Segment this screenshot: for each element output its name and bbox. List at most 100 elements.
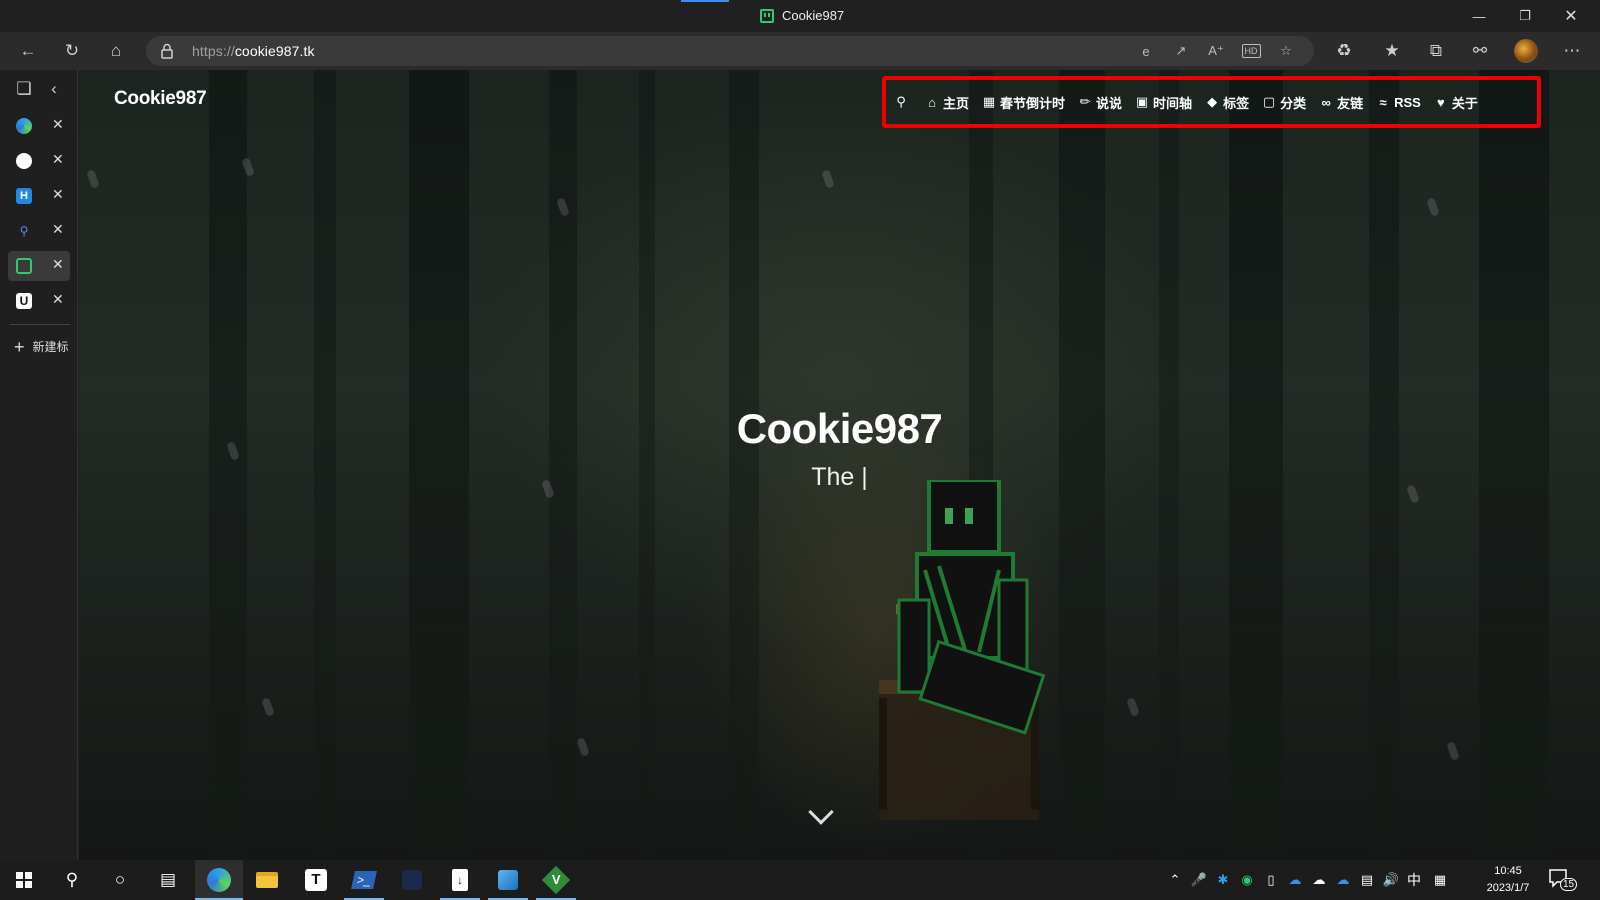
add-favorite-icon[interactable]: ☆ [1271, 36, 1301, 66]
wechat-icon[interactable]: ◉ [1236, 860, 1258, 900]
nav-item-about[interactable]: ♥ 关于 [1434, 93, 1478, 112]
nav-item-timeline[interactable]: ▣ 时间轴 [1135, 93, 1192, 112]
address-bar[interactable]: https://cookie987.tk e ↗ A⁺ HD ☆ [146, 36, 1314, 66]
cloud-icon[interactable]: ☁ [1308, 860, 1330, 900]
clock-time: 10:45 [1494, 865, 1522, 877]
taskbar-file-explorer[interactable] [243, 860, 291, 900]
more-menu-icon[interactable]: ⋯ [1556, 32, 1588, 70]
close-tab-icon[interactable]: ✕ [52, 116, 64, 133]
heart-icon: ♥ [1436, 94, 1445, 110]
cortana-button[interactable]: ○ [96, 860, 144, 900]
edge-dev-icon [207, 868, 231, 892]
volume-icon[interactable]: 🔊 [1380, 860, 1402, 900]
tab-edge[interactable]: ✕ [8, 111, 70, 141]
ime-language-indicator[interactable]: 中 [1402, 860, 1426, 900]
chevron-up-icon: ⌃ [1169, 872, 1181, 887]
chevron-down-icon[interactable] [808, 799, 834, 825]
taskbar-paint[interactable] [484, 860, 532, 900]
nav-item-categories[interactable]: ▢ 分类 [1262, 93, 1306, 112]
refresh-button[interactable]: ↻ [56, 32, 88, 70]
url-text: https://cookie987.tk [192, 43, 315, 59]
search-icon: ⚲ [65, 870, 79, 889]
minimize-button[interactable]: — [1456, 0, 1502, 32]
profile-sync-icon[interactable]: ⚯ [1464, 32, 1496, 70]
lock-icon [161, 43, 173, 59]
home-button[interactable]: ⌂ [100, 32, 132, 70]
cookie987-favicon-icon [760, 9, 774, 23]
extensions-icon[interactable]: ♻ [1328, 32, 1360, 70]
nav-search-button[interactable]: ⚲ [894, 94, 912, 110]
taskbar-edge-dev[interactable] [195, 860, 243, 900]
new-tab-button[interactable]: + 新建标 [14, 337, 69, 358]
tab-search[interactable]: ⚲ ✕ [8, 216, 70, 246]
task-view-button[interactable]: ▤ [144, 860, 192, 900]
back-button[interactable]: ← [12, 32, 44, 70]
nav-item-home[interactable]: ⌂ 主页 [925, 93, 969, 112]
favorites-icon[interactable]: ★ [1376, 32, 1408, 70]
search-icon: ⚲ [896, 94, 906, 109]
taskbar-powershell[interactable]: >_ [340, 860, 388, 900]
folder-icon [256, 872, 278, 888]
rain-drop [86, 169, 100, 189]
nav-item-countdown[interactable]: ▦ 春节倒计时 [982, 93, 1065, 112]
ie-mode-icon[interactable]: e [1131, 36, 1161, 66]
rain-drop [821, 169, 835, 189]
read-aloud-icon[interactable]: A⁺ [1201, 36, 1231, 66]
tab-u-site[interactable]: U ✕ [8, 286, 70, 316]
ime-mode-icon[interactable]: ▦ [1428, 860, 1452, 900]
profile-avatar[interactable] [1514, 39, 1538, 63]
web-page: Cookie987 ⚲ ⌂ 主页 ▦ 春节倒计时 ✏ 说说 ▣ 时间轴 ◆ 标签 ▢ 分类 … [79, 70, 1600, 860]
start-button[interactable] [0, 860, 48, 900]
rss-icon: ≈ [1379, 94, 1387, 110]
site-nav-highlighted: ⚲ ⌂ 主页 ▦ 春节倒计时 ✏ 说说 ▣ 时间轴 ◆ 标签 ▢ 分类 ∞ 友链 ≈ RSS ♥… [882, 76, 1541, 128]
window-titlebar: Cookie987 — ❐ ✕ [0, 0, 1600, 32]
close-window-button[interactable]: ✕ [1548, 0, 1594, 32]
collections-icon[interactable]: ⧉ [1420, 32, 1452, 70]
new-tab-label: 新建标 [32, 340, 69, 354]
close-tab-icon[interactable]: ✕ [52, 221, 64, 238]
close-tab-icon[interactable]: ✕ [52, 151, 64, 168]
system-clock[interactable]: 10:45 2023/1/7 [1480, 863, 1536, 897]
hd-icon[interactable]: HD [1236, 36, 1266, 66]
typora-icon: T [305, 869, 327, 891]
link-icon: ∞ [1321, 94, 1331, 110]
onedrive-icon[interactable]: ☁ [1284, 860, 1306, 900]
microphone-icon[interactable]: 🎤 [1188, 860, 1210, 900]
close-tab-icon[interactable]: ✕ [52, 256, 64, 273]
bluetooth-icon[interactable]: ✱ [1212, 860, 1234, 900]
close-tab-icon[interactable]: ✕ [52, 186, 64, 203]
tab-cookie987[interactable]: ✕ [8, 251, 70, 281]
active-tab-indicator [681, 0, 729, 2]
u-logo-icon: U [16, 293, 32, 309]
search-button[interactable]: ⚲ [48, 860, 96, 900]
sync-icon[interactable]: ☁ [1332, 860, 1354, 900]
taskbar-typora[interactable]: T [292, 860, 340, 900]
notification-center-button[interactable]: 15 [1548, 868, 1578, 892]
nav-item-tags[interactable]: ◆ 标签 [1205, 93, 1249, 112]
maximize-button[interactable]: ❐ [1502, 0, 1548, 32]
tab-h-site[interactable]: H ✕ [8, 181, 70, 211]
h-logo-icon: H [16, 188, 32, 204]
usb-icon[interactable]: ▯ [1260, 860, 1282, 900]
site-logo[interactable]: Cookie987 [114, 88, 207, 110]
open-in-app-icon[interactable]: ↗ [1166, 36, 1196, 66]
taskbar-downloader[interactable]: ↓ [436, 860, 484, 900]
nav-item-rss[interactable]: ≈ RSS [1376, 95, 1421, 110]
taskbar-vim[interactable]: V [532, 860, 580, 900]
show-hidden-icons-button[interactable]: ⌃ [1164, 860, 1186, 900]
powershell-icon: >_ [351, 871, 377, 889]
rain-drop [1446, 741, 1460, 761]
taskbar-app-dark[interactable] [388, 860, 436, 900]
task-view-icon: ▤ [159, 870, 177, 889]
windows-logo-icon [16, 872, 32, 888]
network-icon[interactable]: ▤ [1356, 860, 1378, 900]
rain-drop [1426, 197, 1440, 217]
tab-github[interactable]: ✕ [8, 146, 70, 176]
collapse-sidebar-icon[interactable]: ‹ [38, 72, 70, 106]
close-tab-icon[interactable]: ✕ [52, 291, 64, 308]
nav-item-links[interactable]: ∞ 友链 [1319, 93, 1363, 112]
tab-actions-icon[interactable]: ❏ [8, 72, 40, 106]
nav-item-talks[interactable]: ✏ 说说 [1078, 93, 1122, 112]
comments-icon: ✏ [1079, 94, 1091, 109]
cortana-circle-icon: ○ [114, 870, 126, 889]
